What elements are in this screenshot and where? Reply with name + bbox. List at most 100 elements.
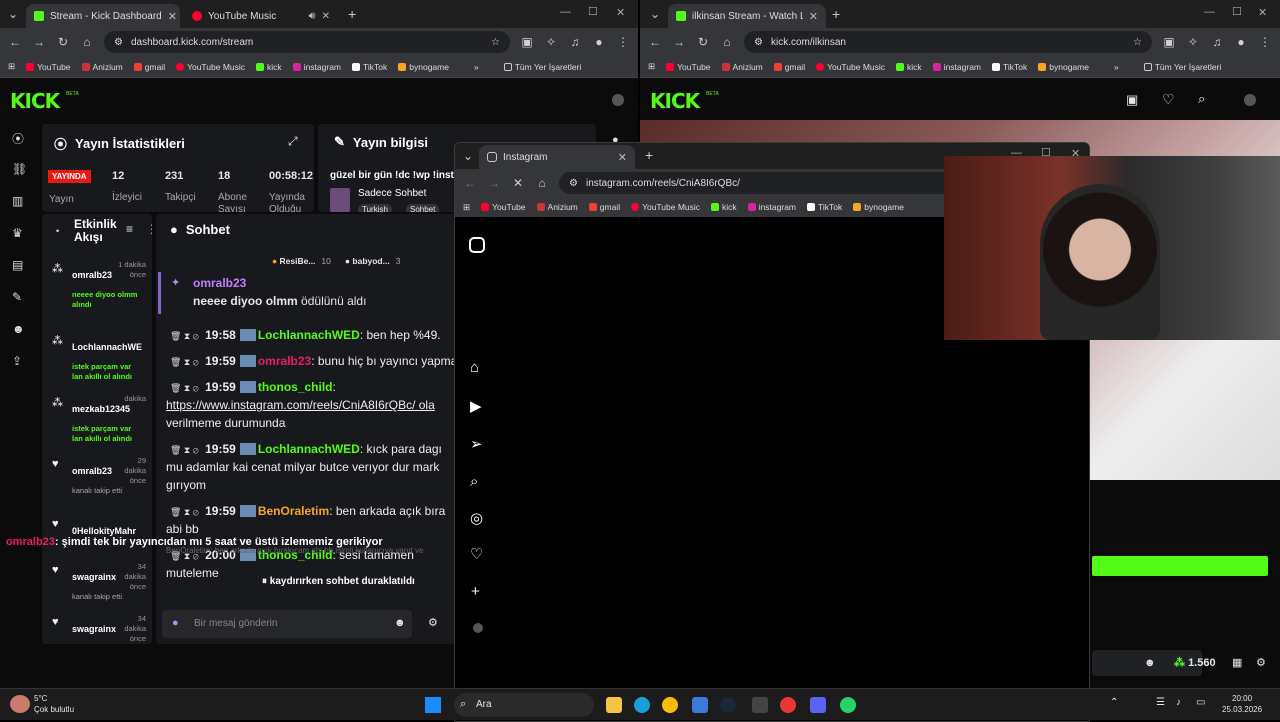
explore-icon[interactable]: ◎ bbox=[470, 509, 483, 527]
activity-item[interactable]: ⁂ mezkab12345 dakika istek parçam var lan a… bbox=[42, 392, 152, 452]
bookmark-anizium[interactable]: Anizium bbox=[81, 62, 123, 72]
instagram-logo-icon[interactable] bbox=[469, 237, 485, 253]
analytics-icon[interactable]: ▥ bbox=[12, 194, 23, 208]
back-icon[interactable]: ← bbox=[463, 176, 477, 190]
search-icon[interactable]: ⌕ bbox=[1198, 91, 1205, 107]
user-avatar[interactable] bbox=[612, 94, 624, 106]
chat-input[interactable]: ● Bir mesaj gönderin ☻ bbox=[162, 610, 412, 638]
messages-icon[interactable]: ➢ bbox=[470, 435, 483, 453]
chrome-icon[interactable] bbox=[662, 697, 678, 713]
back-icon[interactable]: ← bbox=[648, 35, 662, 49]
message-user[interactable]: LochlannachWED bbox=[258, 442, 360, 456]
back-icon[interactable]: ← bbox=[8, 35, 22, 49]
steam-icon[interactable] bbox=[720, 697, 736, 713]
apps-icon[interactable]: ⊞ bbox=[648, 61, 655, 72]
start-icon[interactable] bbox=[425, 697, 441, 713]
bookmark-youtube-music[interactable]: YouTube Music bbox=[816, 62, 885, 72]
address-bar[interactable]: ⚙︎ dashboard.kick.com/stream ☆ bbox=[104, 31, 510, 53]
media-icon[interactable]: ♫ bbox=[568, 35, 582, 49]
bookmark-star-icon[interactable]: ☆ bbox=[1133, 37, 1142, 48]
kick-logo[interactable]: KICK bbox=[650, 89, 700, 113]
activity-item[interactable]: ♥ swagrainx 34 dakika önce bbox=[42, 612, 152, 644]
reward-user[interactable]: omralb23 bbox=[193, 276, 246, 290]
home-icon[interactable]: ⌂ bbox=[720, 35, 734, 49]
tab-kick-stream[interactable]: ilkinsan Stream - Watch Live on ✕ bbox=[668, 4, 826, 28]
activity-item[interactable]: ♥ omralb23 29 dakika önce kanalı takip etti bbox=[42, 454, 152, 514]
avatar[interactable]: ● bbox=[1234, 35, 1248, 49]
chat-message[interactable]: verilmeme durumunda bbox=[166, 414, 456, 432]
close-window-icon[interactable]: ✕ bbox=[1258, 6, 1267, 19]
new-tab-icon[interactable]: + bbox=[645, 147, 653, 163]
bookmark-instagram[interactable]: instagram bbox=[292, 62, 341, 72]
bookmark-instagram[interactable]: instagram bbox=[747, 202, 796, 212]
bookmark-kick[interactable]: kick bbox=[896, 62, 922, 72]
activity-item[interactable]: ⁂ omralb23 1 dakika önce neeee diyoo olmm a… bbox=[42, 258, 152, 318]
tab-youtube-music[interactable]: YouTube Music 🔊︎ ✕ bbox=[184, 4, 338, 28]
bookmark-youtube-music[interactable]: YouTube Music bbox=[176, 62, 245, 72]
mod-action-icons[interactable]: 🗑︎ ⧗ ⊘ bbox=[170, 445, 201, 455]
bookmark-gmail[interactable]: gmail bbox=[588, 202, 620, 212]
following-heart-icon[interactable]: ♡ bbox=[1162, 91, 1175, 108]
bookmark-youtube[interactable]: YouTube bbox=[481, 202, 526, 212]
reload-icon[interactable]: ↻ bbox=[56, 35, 70, 49]
activity-item[interactable]: ♥ swagrainx 34 dakika önce kanalı takip ett… bbox=[42, 560, 152, 620]
bookmark-tiktok[interactable]: TikTok bbox=[352, 62, 387, 72]
mod-action-icons[interactable]: 🗑︎ ⧗ ⊘ bbox=[170, 507, 201, 517]
bookmark-youtube-music[interactable]: YouTube Music bbox=[631, 202, 700, 212]
emoji-icon[interactable]: ☻ bbox=[1144, 657, 1156, 669]
message-user[interactable]: omralb23 bbox=[258, 354, 311, 368]
message-user[interactable]: BenOraletim bbox=[258, 504, 329, 518]
tab-instagram[interactable]: Instagram ✕ bbox=[479, 145, 635, 169]
network-icon[interactable]: ☰ bbox=[1156, 697, 1165, 708]
new-tab-icon[interactable]: + bbox=[348, 6, 356, 22]
tab-search-icon[interactable]: ⌄ bbox=[461, 149, 475, 163]
category-name[interactable]: Sadece Sohbet bbox=[358, 188, 426, 199]
site-info-icon[interactable]: ⚙︎ bbox=[114, 37, 123, 48]
media-library-icon[interactable]: ▤ bbox=[12, 258, 23, 272]
filter-icon[interactable]: ≡ bbox=[126, 222, 133, 236]
link-icon[interactable]: ⛓︎ bbox=[12, 162, 27, 176]
bookmark-instagram[interactable]: instagram bbox=[932, 62, 981, 72]
edge-icon[interactable] bbox=[634, 697, 650, 713]
menu-icon[interactable]: ⋮ bbox=[1258, 35, 1272, 49]
avatar[interactable]: ● bbox=[592, 35, 606, 49]
bookmark-kick[interactable]: kick bbox=[256, 62, 282, 72]
volume-icon[interactable]: ♪ bbox=[1176, 697, 1181, 708]
community-icon[interactable]: ☻ bbox=[12, 322, 25, 336]
wrench-icon[interactable]: ✎ bbox=[12, 290, 22, 304]
gift-icon[interactable]: ▦ bbox=[1232, 656, 1242, 669]
puzzle-icon[interactable]: ✧ bbox=[1186, 35, 1200, 49]
pinned-user[interactable]: ● ResiBe... bbox=[272, 256, 315, 266]
close-window-icon[interactable]: ✕ bbox=[616, 6, 625, 19]
more-bookmarks-icon[interactable]: » bbox=[1114, 62, 1119, 72]
chat-message[interactable]: 🗑︎ ⧗ ⊘ 19:59 LochlannachWED: kıck para da… bbox=[170, 440, 456, 459]
chat-message[interactable]: gırıyom bbox=[166, 476, 456, 494]
close-tab-icon[interactable]: ✕ bbox=[618, 151, 627, 164]
upload-icon[interactable]: ⇪ bbox=[12, 354, 22, 368]
battery-icon[interactable]: ▭ bbox=[1196, 697, 1205, 708]
forward-icon[interactable]: → bbox=[487, 176, 501, 190]
chat-settings-icon[interactable]: ⚙ bbox=[428, 616, 438, 629]
weather-icon[interactable] bbox=[10, 695, 30, 713]
player-progress[interactable] bbox=[1092, 556, 1268, 576]
new-tab-icon[interactable]: + bbox=[832, 6, 840, 22]
chat-message[interactable]: mu adamlar kai cenat milyar butce verıyo… bbox=[166, 458, 456, 476]
apps-icon[interactable]: ⊞ bbox=[463, 202, 470, 213]
tab-search-icon[interactable]: ⌄ bbox=[648, 7, 662, 21]
activity-item[interactable]: ⁂ LochlannachWE istek parçam var lan akıll… bbox=[42, 330, 152, 390]
notifications-heart-icon[interactable]: ♡ bbox=[470, 545, 483, 563]
mod-action-icons[interactable]: 🗑︎ ⧗ ⊘ bbox=[170, 331, 201, 341]
maximize-icon[interactable]: ☐ bbox=[588, 5, 598, 18]
bookmark-bynogame[interactable]: bynogame bbox=[1038, 62, 1089, 72]
bookmark-kick[interactable]: kick bbox=[711, 202, 737, 212]
whatsapp-icon[interactable] bbox=[840, 697, 856, 713]
chat-message[interactable]: 🗑︎ ⧗ ⊘ 19:59 BenOraletim: ben arkada açık… bbox=[170, 502, 456, 521]
file-explorer-icon[interactable] bbox=[606, 697, 622, 713]
broadcast-icon[interactable]: ⦿ bbox=[12, 130, 24, 147]
discord-icon[interactable] bbox=[810, 697, 826, 713]
address-bar[interactable]: ⚙︎ kick.com/ilkinsan ☆ bbox=[744, 31, 1152, 53]
clock-date[interactable]: 25.03.2026 bbox=[1222, 705, 1262, 714]
chat-message[interactable]: 🗑︎ ⧗ ⊘ 19:59 omralb23: bunu hiç bı yayınc… bbox=[170, 352, 456, 371]
store-icon[interactable] bbox=[692, 697, 708, 713]
mod-action-icons[interactable]: 🗑︎ ⧗ ⊘ bbox=[170, 357, 201, 367]
